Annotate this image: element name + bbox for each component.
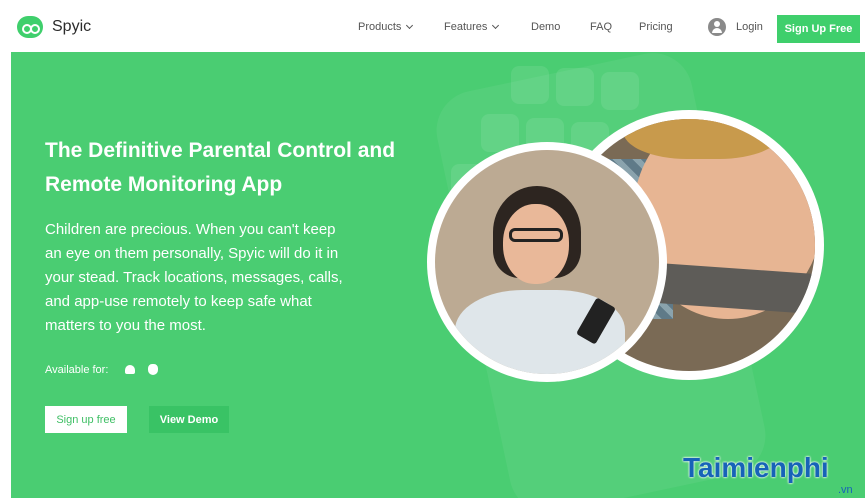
nav-faq[interactable]: FAQ bbox=[590, 21, 612, 33]
nav-login[interactable]: Login bbox=[736, 21, 763, 33]
watermark-domain: .vn bbox=[838, 484, 853, 496]
nav-products[interactable]: Products bbox=[358, 21, 414, 33]
app-tile-graphic bbox=[601, 72, 639, 110]
sign-up-free-hero-button[interactable]: Sign up free bbox=[45, 406, 127, 433]
woman-face-graphic bbox=[503, 204, 569, 284]
view-demo-button[interactable]: View Demo bbox=[149, 406, 229, 433]
hero-description: Children are precious. When you can't ke… bbox=[45, 221, 343, 334]
available-for-label: Available for: bbox=[45, 364, 109, 376]
glasses-graphic bbox=[509, 228, 563, 242]
app-tile-graphic bbox=[511, 66, 549, 104]
nav-products-label: Products bbox=[358, 21, 402, 33]
parent-photo-circle bbox=[427, 142, 667, 382]
watermark-logo: Taimienphi bbox=[683, 452, 829, 483]
nav-pricing[interactable]: Pricing bbox=[639, 21, 673, 33]
apple-icon[interactable] bbox=[148, 364, 158, 375]
android-icon[interactable] bbox=[125, 365, 135, 374]
hero-headline: The Definitive Parental Control and Remo… bbox=[45, 139, 396, 196]
nav-features[interactable]: Features bbox=[444, 21, 500, 33]
brand-name[interactable]: Spyic bbox=[52, 18, 91, 36]
parent-photo bbox=[435, 150, 659, 374]
nav-demo[interactable]: Demo bbox=[531, 21, 560, 33]
user-icon[interactable] bbox=[708, 18, 726, 36]
nav-features-label: Features bbox=[444, 21, 488, 33]
spyic-logo-icon[interactable] bbox=[17, 16, 43, 38]
chevron-down-icon bbox=[406, 21, 414, 30]
app-tile-graphic bbox=[556, 68, 594, 106]
sign-up-free-button[interactable]: Sign Up Free bbox=[777, 15, 860, 43]
top-navbar: Spyic Products Features Demo FAQ Pricing… bbox=[0, 0, 865, 52]
chevron-down-icon bbox=[492, 21, 500, 30]
